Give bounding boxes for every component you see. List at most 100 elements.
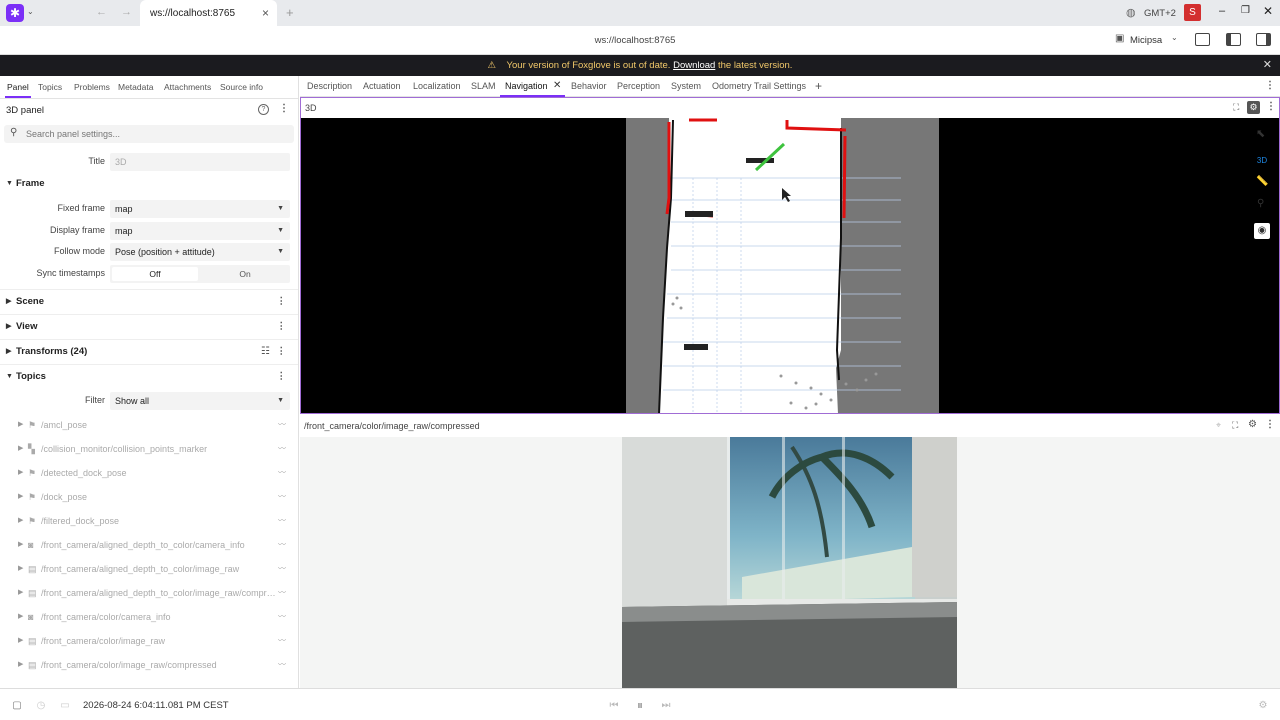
download-link[interactable]: Download (673, 60, 715, 71)
more-icon[interactable]: ⋮ (277, 365, 287, 389)
display-frame-select[interactable]: map ▼ (110, 222, 290, 240)
tab-source-info[interactable]: Source info (220, 82, 263, 92)
panel-menu-icon[interactable]: ⋮ (279, 103, 289, 114)
settings-icon[interactable]: ⚙ (1248, 419, 1257, 430)
current-timestamp[interactable]: 2026-08-24 6:04:11.081 PM CEST (83, 700, 229, 711)
pause-icon[interactable]: ⏸ (633, 698, 647, 712)
timezone-label[interactable]: GMT+2 (1144, 8, 1176, 19)
visibility-toggle-icon[interactable]: 〰 (278, 533, 286, 557)
tab-description[interactable]: Description (307, 81, 352, 91)
playback-settings-icon[interactable]: ⚙ (1256, 699, 1270, 713)
topic-row[interactable]: ▶ ◙ /front_camera/aligned_depth_to_color/c… (0, 533, 298, 557)
more-icon[interactable]: ⋮ (277, 290, 287, 314)
workspace-icon[interactable]: ▣ (1115, 33, 1124, 44)
left-sidebar-toggle-icon[interactable] (1226, 33, 1241, 46)
section-view[interactable]: ▶ View ⋮ (0, 314, 298, 338)
expand-icon[interactable]: ▶ (18, 557, 23, 581)
interact-tool-icon[interactable]: ⬉ (1256, 127, 1265, 140)
forward-icon[interactable]: → (121, 6, 132, 18)
tab-perception[interactable]: Perception (617, 81, 660, 91)
tab-menu-icon[interactable]: ⋮ (1265, 80, 1275, 91)
visibility-toggle-icon[interactable]: 〰 (278, 581, 286, 605)
more-icon[interactable]: ⋮ (277, 315, 287, 339)
expand-icon[interactable]: ▶ (18, 509, 23, 533)
section-transforms[interactable]: ▶ Transforms (24) ☷ ⋮ (0, 339, 298, 363)
back-icon[interactable]: ← (96, 6, 107, 18)
more-icon[interactable]: ⋮ (277, 340, 287, 364)
tab-metadata[interactable]: Metadata (118, 82, 153, 92)
visibility-toggle-icon[interactable]: 〰 (278, 485, 286, 509)
view-mode-3d-button[interactable]: 3D (1253, 156, 1271, 168)
title-input[interactable]: 3D (110, 153, 290, 171)
visibility-toggle-icon[interactable]: 〰 (278, 653, 286, 677)
filter-select[interactable]: Show all ▼ (110, 392, 290, 410)
topic-row[interactable]: ▶ ▤ /front_camera/aligned_depth_to_color/i… (0, 581, 298, 605)
expand-icon[interactable]: ▶ (18, 533, 23, 557)
right-sidebar-toggle-icon[interactable] (1256, 33, 1271, 46)
topic-row[interactable]: ▶ ⚑ /detected_dock_pose 〰 (0, 461, 298, 485)
publish-point-icon[interactable]: ⚲ (1257, 198, 1264, 209)
help-icon[interactable]: ? (258, 104, 269, 115)
fixed-frame-select[interactable]: map ▼ (110, 200, 290, 218)
expand-icon[interactable]: ▶ (18, 629, 23, 653)
tab-localization[interactable]: Localization (413, 81, 461, 91)
expand-icon[interactable]: ▶ (18, 605, 23, 629)
topic-row[interactable]: ▶ ⚑ /amcl_pose 〰 (0, 413, 298, 437)
fullscreen-icon[interactable]: ⛶ (1233, 102, 1239, 113)
topic-row[interactable]: ▶ ◙ /front_camera/color/camera_info 〰 (0, 605, 298, 629)
workspace-name[interactable]: Micipsa (1130, 35, 1162, 46)
sync-toggle[interactable]: Off On (110, 265, 290, 283)
camera-panel[interactable] (300, 437, 1280, 688)
topic-row[interactable]: ▶ ▤ /front_camera/aligned_depth_to_color/i… (0, 557, 298, 581)
sync-off-option[interactable]: Off (112, 267, 198, 281)
occupancy-map[interactable] (301, 118, 1280, 414)
measure-icon[interactable]: 📏 (1256, 176, 1268, 187)
settings-icon[interactable]: ⚙ (1247, 101, 1260, 114)
chevron-down-icon[interactable]: ⌄ (27, 7, 34, 16)
close-icon[interactable]: ✕ (1263, 55, 1272, 76)
tab-topics[interactable]: Topics (38, 82, 62, 92)
tab-system[interactable]: System (671, 81, 701, 91)
crosshair-icon[interactable]: ⌖ (1216, 420, 1221, 431)
topic-row[interactable]: ▶ ⚑ /dock_pose 〰 (0, 485, 298, 509)
topic-row[interactable]: ▶ ▚ /collision_monitor/collision_points_ma… (0, 437, 298, 461)
tab-problems[interactable]: Problems (74, 82, 110, 92)
clock-icon[interactable]: ◷ (34, 699, 48, 713)
recenter-icon[interactable]: ◉ (1254, 223, 1270, 239)
visibility-toggle-icon[interactable]: 〰 (278, 461, 286, 485)
topic-row[interactable]: ▶ ▤ /front_camera/color/image_raw/compress… (0, 653, 298, 677)
tab-behavior[interactable]: Behavior (571, 81, 607, 91)
add-tab-icon[interactable]: + (815, 79, 822, 93)
topic-row[interactable]: ▶ ▤ /front_camera/color/image_raw 〰 (0, 629, 298, 653)
panel-menu-icon[interactable]: ⋮ (1265, 419, 1275, 430)
section-topics[interactable]: ▼ Topics ⋮ (0, 364, 298, 388)
expand-icon[interactable]: ▶ (18, 581, 23, 605)
info-icon[interactable]: ▢ (10, 699, 24, 713)
sync-on-option[interactable]: On (202, 267, 288, 281)
tab-odometry-trail-settings[interactable]: Odometry Trail Settings (712, 81, 806, 91)
globe-icon[interactable]: ◍ (1126, 6, 1136, 19)
panel-menu-icon[interactable]: ⋮ (1266, 101, 1276, 112)
close-window-icon[interactable]: ✕ (1263, 4, 1273, 18)
chevron-down-icon[interactable]: ⌄ (1171, 33, 1178, 42)
visibility-toggle-icon[interactable]: 〰 (278, 509, 286, 533)
close-icon[interactable]: ✕ (553, 80, 561, 91)
topic-row[interactable]: ▶ ⚑ /filtered_dock_pose 〰 (0, 509, 298, 533)
browser-tab[interactable]: ws://localhost:8765 × (140, 0, 277, 26)
visibility-toggle-icon[interactable]: 〰 (278, 437, 286, 461)
visibility-toggle-icon[interactable]: 〰 (278, 557, 286, 581)
avatar[interactable]: S (1184, 4, 1201, 21)
loop-icon[interactable]: ▭ (58, 699, 72, 713)
search-input[interactable]: Search panel settings... (26, 129, 120, 139)
tab-slam[interactable]: SLAM (471, 81, 496, 91)
visibility-toggle-icon[interactable]: 〰 (278, 413, 286, 437)
sliders-icon[interactable]: ☷ (261, 340, 270, 364)
seek-forward-icon[interactable]: ⏭ (659, 699, 673, 713)
maximize-icon[interactable]: ❐ (1241, 5, 1250, 16)
fullscreen-icon[interactable]: ⛶ (1232, 420, 1238, 431)
seek-backward-icon[interactable]: ⏮ (607, 699, 621, 713)
minimize-icon[interactable]: – (1219, 5, 1225, 17)
tab-panel[interactable]: Panel (7, 82, 29, 92)
foxglove-logo[interactable]: ✱ (6, 4, 24, 22)
tab-actuation[interactable]: Actuation (363, 81, 401, 91)
